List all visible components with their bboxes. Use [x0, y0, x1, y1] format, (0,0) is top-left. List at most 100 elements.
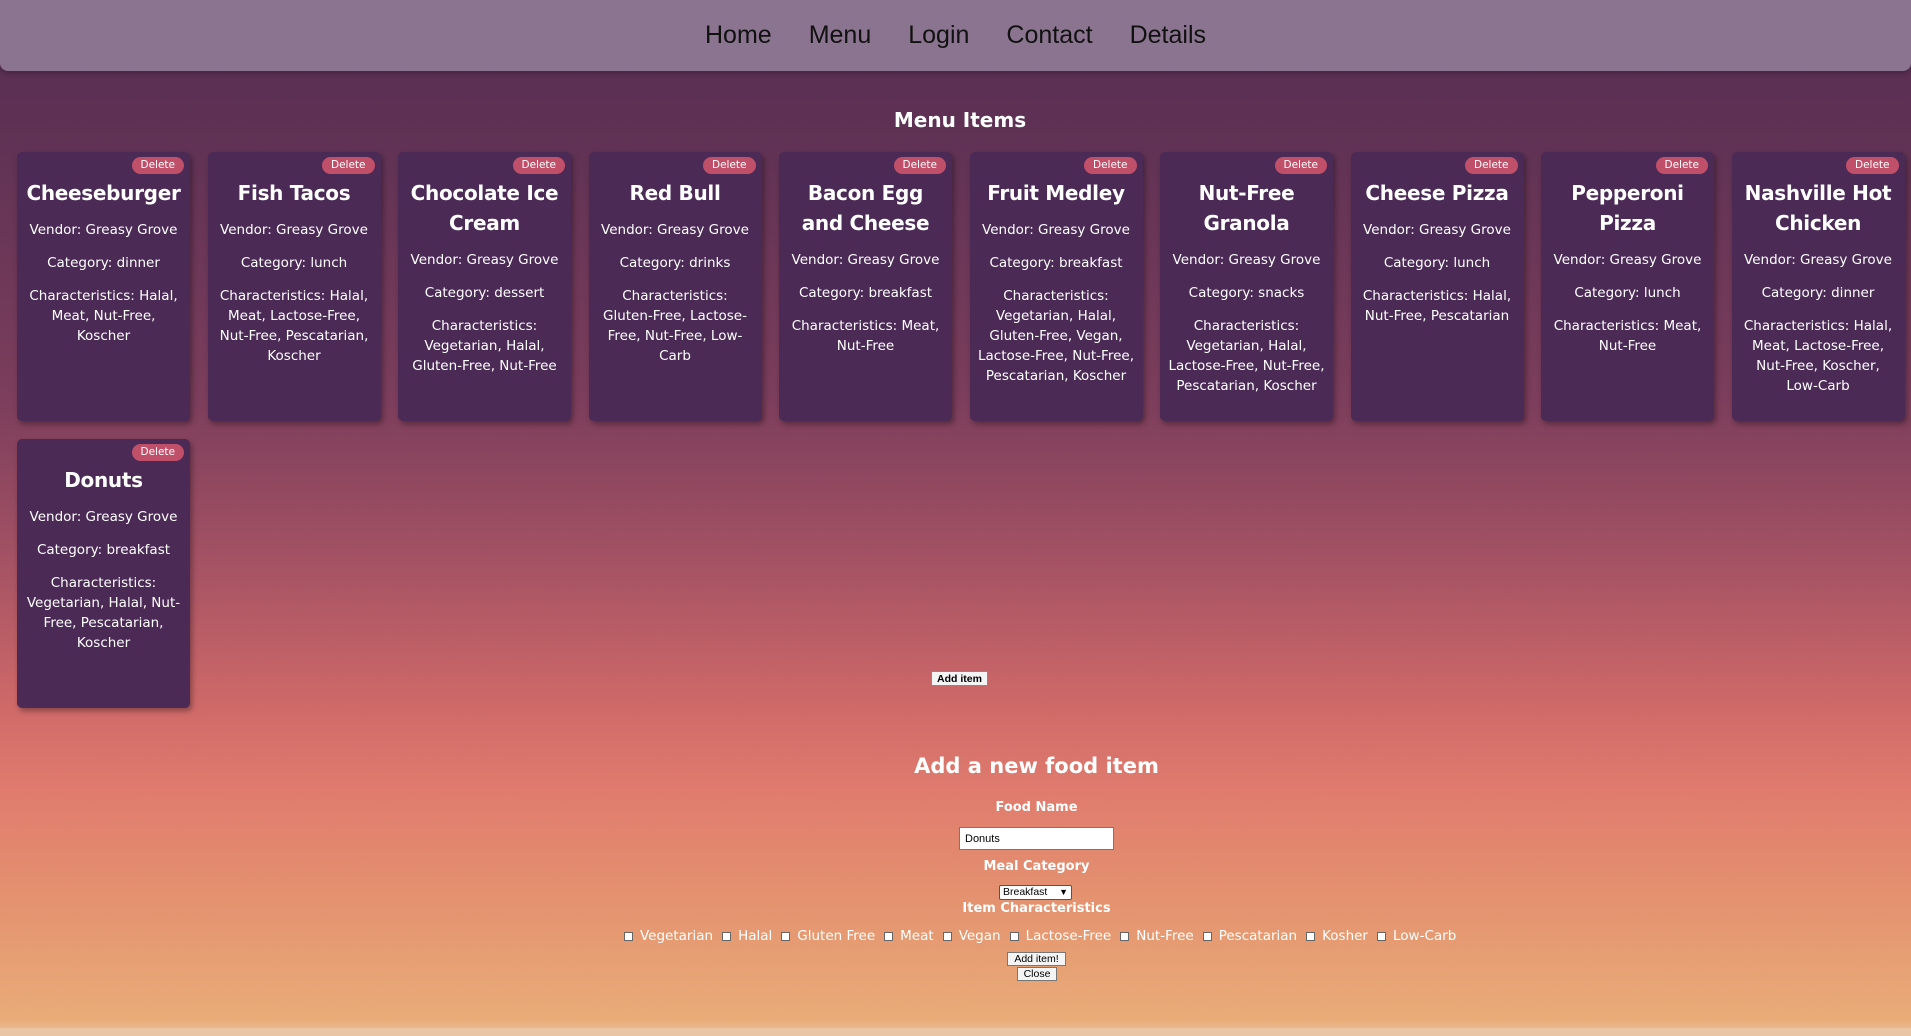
nav-link-login[interactable]: Login	[908, 21, 969, 50]
checkbox-label: Low-Carb	[1392, 928, 1457, 944]
nav-link-details[interactable]: Details	[1130, 21, 1206, 50]
checkbox[interactable]	[1202, 931, 1212, 941]
card-title: Bacon Egg and Cheese	[801, 181, 930, 235]
delete-button[interactable]: Delete	[131, 444, 184, 461]
checkbox-label: Halal	[738, 928, 773, 944]
card-title: Fish Tacos	[237, 181, 351, 205]
card-title: Fruit Medley	[987, 181, 1125, 205]
nav-link-contact[interactable]: Contact	[1006, 21, 1092, 50]
navbar: Home Menu Login Contact Details	[0, 0, 1911, 71]
characteristic-option: Kosher	[1306, 928, 1368, 944]
checkbox[interactable]	[1009, 931, 1019, 941]
checkbox-label: Nut-Free	[1136, 928, 1194, 944]
card-title: Nashville Hot Chicken	[1744, 181, 1892, 235]
delete-button[interactable]: Delete	[1274, 157, 1327, 174]
characteristic-option: Vegan	[942, 928, 1001, 944]
card-category: Category: drinks	[619, 255, 731, 271]
delete-button[interactable]: Delete	[703, 157, 756, 174]
card-characteristics: Characteristics: Meat, Nut-Free	[791, 318, 940, 354]
checkbox[interactable]	[722, 931, 732, 941]
delete-button[interactable]: Delete	[1846, 157, 1899, 174]
menu-card: Delete Nashville Hot Chicken Vendor: Gre…	[1731, 152, 1905, 421]
menu-items-title: Menu Items	[893, 108, 1027, 132]
food-name-input[interactable]	[959, 827, 1114, 850]
form-title: Add a new food item	[914, 754, 1159, 778]
delete-button[interactable]: Delete	[1655, 157, 1708, 174]
menu-card: Delete Cheese Pizza Vendor: Greasy Grove…	[1350, 152, 1524, 421]
card-vendor: Vendor: Greasy Grove	[601, 222, 749, 238]
add-item-button[interactable]: Add item	[931, 671, 988, 686]
card-category: Category: breakfast	[36, 542, 171, 558]
checkbox[interactable]	[942, 931, 952, 941]
page-footer-strip	[0, 1028, 1911, 1036]
card-vendor: Vendor: Greasy Grove	[1744, 252, 1892, 268]
menu-card: Delete Cheeseburger Vendor: Greasy Grove…	[17, 152, 190, 421]
card-category: Category: dessert	[424, 285, 545, 301]
characteristic-option: Low-Carb	[1376, 928, 1457, 944]
card-title: Cheeseburger	[26, 181, 181, 205]
item-characteristics-label: Item Characteristics	[962, 901, 1111, 916]
card-vendor: Vendor: Greasy Grove	[29, 222, 178, 238]
food-name-label: Food Name	[995, 800, 1078, 815]
checkbox-label: Vegan	[958, 928, 1001, 944]
characteristics-checkboxes: Vegetarian Halal Gluten Free Meat Vegan …	[624, 928, 1465, 944]
card-title: Pepperoni Pizza	[1571, 181, 1684, 235]
characteristic-option: Lactose-Free	[1009, 928, 1112, 944]
submit-item-button[interactable]: Add item!	[1007, 952, 1066, 966]
nav-link-menu[interactable]: Menu	[809, 21, 872, 50]
card-category: Category: breakfast	[989, 255, 1123, 271]
card-vendor: Vendor: Greasy Grove	[1553, 252, 1702, 268]
card-characteristics: Characteristics: Vegetarian, Halal, Nut-…	[26, 575, 181, 651]
delete-button[interactable]: Delete	[1465, 157, 1518, 174]
menu-card: Delete Pepperoni Pizza Vendor: Greasy Gr…	[1541, 152, 1714, 421]
menu-card: Delete Bacon Egg and Cheese Vendor: Grea…	[779, 152, 952, 421]
meal-category-label: Meal Category	[983, 859, 1090, 874]
card-category: Category: lunch	[1383, 255, 1491, 271]
card-characteristics: Characteristics: Vegetarian, Halal, Glut…	[978, 288, 1134, 384]
card-category: Category: dinner	[1761, 285, 1875, 301]
card-characteristics: Characteristics: Halal, Meat, Nut-Free, …	[29, 288, 178, 344]
characteristic-option: Nut-Free	[1120, 928, 1194, 944]
card-vendor: Vendor: Greasy Grove	[410, 252, 559, 268]
delete-button[interactable]: Delete	[512, 157, 565, 174]
checkbox[interactable]	[781, 931, 791, 941]
card-characteristics: Characteristics: Meat, Nut-Free	[1553, 318, 1702, 354]
card-title: Chocolate Ice Cream	[410, 181, 559, 235]
card-characteristics: Characteristics: Gluten-Free, Lactose-Fr…	[602, 288, 747, 364]
meal-category-value: Breakfast	[1003, 886, 1048, 898]
delete-button[interactable]: Delete	[322, 157, 375, 174]
delete-button[interactable]: Delete	[1084, 157, 1137, 174]
nav-link-home[interactable]: Home	[705, 21, 772, 50]
delete-button[interactable]: Delete	[893, 157, 946, 174]
card-characteristics: Characteristics: Vegetarian, Halal, Lact…	[1168, 318, 1325, 394]
checkbox[interactable]	[1120, 931, 1130, 941]
checkbox-label: Pescatarian	[1218, 928, 1298, 944]
card-characteristics: Characteristics: Halal, Meat, Lactose-Fr…	[1743, 318, 1893, 394]
card-category: Category: lunch	[1574, 285, 1681, 301]
checkbox[interactable]	[884, 931, 894, 941]
close-button[interactable]: Close	[1017, 967, 1057, 981]
meal-category-select[interactable]: Breakfast ▼	[999, 885, 1072, 900]
characteristic-option: Halal	[722, 928, 772, 944]
checkbox-label: Kosher	[1322, 928, 1368, 944]
card-vendor: Vendor: Greasy Grove	[1363, 222, 1511, 238]
card-vendor: Vendor: Greasy Grove	[29, 509, 178, 525]
card-characteristics: Characteristics: Vegetarian, Halal, Glut…	[412, 318, 557, 374]
checkbox-label: Lactose-Free	[1025, 928, 1112, 944]
card-vendor: Vendor: Greasy Grove	[1172, 252, 1321, 268]
checkbox[interactable]	[1376, 931, 1386, 941]
menu-card: Delete Fish Tacos Vendor: Greasy Grove C…	[207, 152, 381, 421]
delete-button[interactable]: Delete	[131, 157, 184, 174]
menu-card: Delete Chocolate Ice Cream Vendor: Greas…	[398, 152, 571, 421]
checkbox-label: Vegetarian	[640, 928, 714, 944]
card-category: Category: dinner	[47, 255, 160, 271]
card-characteristics: Characteristics: Halal, Meat, Lactose-Fr…	[219, 288, 369, 364]
card-title: Red Bull	[629, 181, 721, 205]
card-vendor: Vendor: Greasy Grove	[220, 222, 368, 238]
card-vendor: Vendor: Greasy Grove	[982, 222, 1130, 238]
card-category: Category: snacks	[1188, 285, 1305, 301]
card-title: Cheese Pizza	[1365, 181, 1509, 205]
checkbox[interactable]	[624, 931, 633, 941]
checkbox[interactable]	[1306, 931, 1316, 941]
card-category: Category: lunch	[240, 255, 348, 271]
